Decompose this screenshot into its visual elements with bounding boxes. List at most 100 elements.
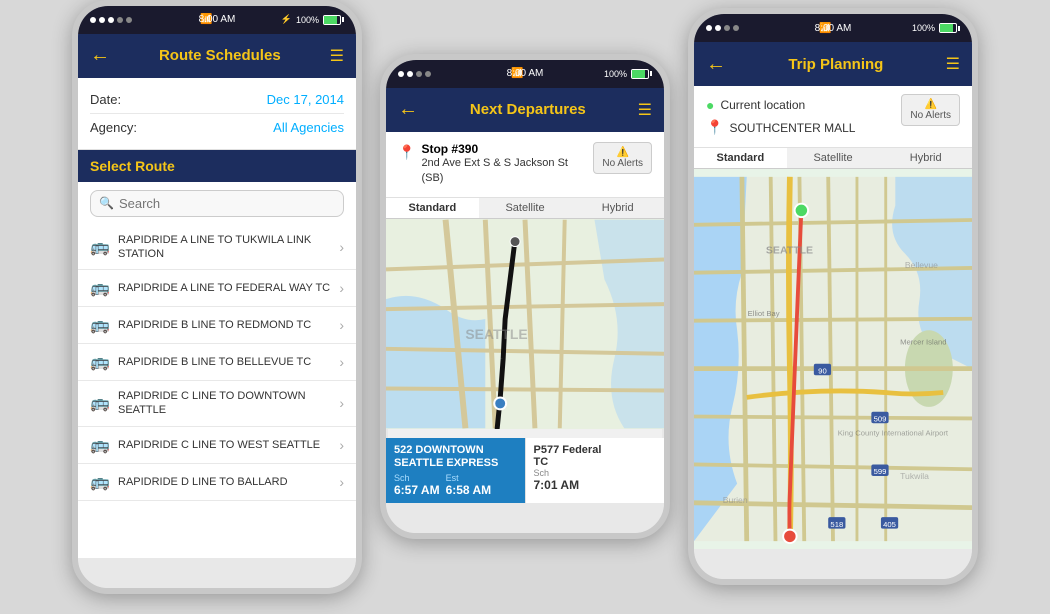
- route-item-6[interactable]: 🚌 RAPIDRIDE C LINE TO WEST SEATTLE ›: [78, 427, 356, 464]
- map-tab-hybrid-3[interactable]: Hybrid: [879, 148, 972, 168]
- map-tab-satellite-2[interactable]: Satellite: [479, 198, 572, 218]
- trip-locations: ● Current location 📍 SOUTHCENTER MALL ⚠️…: [694, 86, 972, 148]
- bus-icon-3: 🚌: [90, 315, 110, 335]
- svg-text:599: 599: [874, 467, 887, 476]
- sch-label-1: Sch: [394, 473, 440, 483]
- route-item-4[interactable]: 🚌 RAPIDRIDE B LINE TO BELLEVUE TC ›: [78, 344, 356, 381]
- svg-text:SEATTLE: SEATTLE: [766, 245, 813, 257]
- stop-number: Stop #390: [421, 142, 568, 156]
- map-tabs-2: Standard Satellite Hybrid: [386, 198, 664, 219]
- dep-times-1: Sch 6:57 AM Est 6:58 AM: [394, 473, 517, 497]
- map-tab-satellite-3[interactable]: Satellite: [787, 148, 880, 168]
- map-tab-hybrid-2[interactable]: Hybrid: [571, 198, 664, 218]
- to-location-text[interactable]: SOUTHCENTER MALL: [729, 121, 855, 135]
- back-button-2[interactable]: ←: [398, 98, 418, 121]
- phone1-content: Date: Dec 17, 2014 Agency: All Agencies …: [78, 78, 356, 558]
- route-name-1: 522 DOWNTOWNSEATTLE EXPRESS: [394, 444, 517, 470]
- phone-trip-planning: 📶 8:00 AM 100% ← Trip Planning ☰: [688, 8, 978, 585]
- chevron-icon-1: ›: [339, 239, 344, 255]
- chevron-icon-7: ›: [339, 474, 344, 490]
- bus-icon-4: 🚌: [90, 352, 110, 372]
- svg-text:Tukwila: Tukwila: [900, 471, 929, 481]
- route-text-5: RAPIDRIDE C LINE TO DOWNTOWN SEATTLE: [118, 389, 339, 418]
- svg-text:405: 405: [883, 520, 896, 529]
- svg-text:Burien: Burien: [723, 495, 748, 505]
- location-list: ● Current location 📍 SOUTHCENTER MALL: [706, 94, 901, 139]
- departure-card-1[interactable]: 522 DOWNTOWNSEATTLE EXPRESS Sch 6:57 AM …: [386, 438, 525, 503]
- route-text-2: RAPIDRIDE A LINE TO FEDERAL WAY TC: [118, 281, 339, 295]
- from-location-text[interactable]: Current location: [720, 98, 805, 112]
- screen-title-3: Trip Planning: [726, 56, 946, 73]
- route-item-2[interactable]: 🚌 RAPIDRIDE A LINE TO FEDERAL WAY TC ›: [78, 270, 356, 307]
- phone-bottom-2: [386, 503, 664, 533]
- select-route-header: Select Route: [78, 150, 356, 182]
- chevron-icon-2: ›: [339, 280, 344, 296]
- app-header-1: ← Route Schedules ☰: [78, 34, 356, 78]
- map-svg-2: SEATTLE: [386, 219, 664, 429]
- sch-time-1: 6:57 AM: [394, 483, 440, 497]
- stop-address: 2nd Ave Ext S & S Jackson St: [421, 156, 568, 171]
- phone-next-departures: 📶 Next Departures 8:00 AM 100% ← Next De…: [380, 54, 670, 539]
- menu-button-2[interactable]: ☰: [638, 100, 652, 120]
- est-time-1: 6:58 AM: [446, 483, 492, 497]
- search-icon: 🔍: [99, 196, 114, 210]
- svg-text:Elliot Bay: Elliot Bay: [748, 309, 780, 318]
- map-container-2: Standard Satellite Hybrid: [386, 198, 664, 438]
- est-col-1: Est 6:58 AM: [446, 473, 492, 497]
- search-box[interactable]: 🔍: [90, 190, 344, 217]
- route-name-2: P577 FederalTC: [534, 444, 657, 468]
- route-item-5[interactable]: 🚌 RAPIDRIDE C LINE TO DOWNTOWN SEATTLE ›: [78, 381, 356, 427]
- departure-cards: 522 DOWNTOWNSEATTLE EXPRESS Sch 6:57 AM …: [386, 438, 664, 503]
- date-section: Date: Dec 17, 2014 Agency: All Agencies: [78, 78, 356, 150]
- time-display-1: 8:00 AM: [199, 14, 236, 25]
- battery-percent-3: 100%: [912, 23, 935, 33]
- seattle-map: SEATTLE Bellevue Elliot Bay Mercer Islan…: [694, 169, 972, 549]
- app-header-2: ← Next Departures ☰: [386, 88, 664, 132]
- agency-label: Agency:: [90, 120, 137, 135]
- back-button-3[interactable]: ←: [706, 53, 726, 76]
- departure-card-2[interactable]: P577 FederalTC Sch 7:01 AM: [525, 438, 665, 503]
- no-alerts-button-2[interactable]: ⚠️ No Alerts: [593, 142, 652, 174]
- status-bar-2: 📶 Next Departures 8:00 AM 100%: [386, 60, 664, 88]
- no-alerts-text-2: No Alerts: [602, 158, 643, 169]
- back-button-1[interactable]: ←: [90, 44, 110, 67]
- time-2: 8:00 AM: [507, 68, 544, 79]
- phone-bottom-1: [78, 558, 356, 588]
- no-alerts-button-3[interactable]: ⚠️ No Alerts: [901, 94, 960, 126]
- menu-button-3[interactable]: ☰: [946, 54, 960, 74]
- route-item-3[interactable]: 🚌 RAPIDRIDE B LINE TO REDMOND TC ›: [78, 307, 356, 344]
- search-input[interactable]: [119, 196, 335, 211]
- app-header-3: ← Trip Planning ☰: [694, 42, 972, 86]
- bus-icon-1: 🚌: [90, 237, 110, 257]
- date-label: Date:: [90, 92, 121, 107]
- date-value[interactable]: Dec 17, 2014: [267, 92, 344, 107]
- svg-text:90: 90: [818, 366, 827, 375]
- map-tab-standard-2[interactable]: Standard: [386, 198, 479, 218]
- route-item-1[interactable]: 🚌 RAPIDRIDE A LINE TO TUKWILA LINK STATI…: [78, 225, 356, 271]
- stop-direction: (SB): [421, 171, 568, 186]
- agency-row: Agency: All Agencies: [90, 114, 344, 141]
- map-tab-standard-3[interactable]: Standard: [694, 148, 787, 168]
- agency-value[interactable]: All Agencies: [273, 120, 344, 135]
- route-item-7[interactable]: 🚌 RAPIDRIDE D LINE TO BALLARD ›: [78, 464, 356, 501]
- bus-icon-2: 🚌: [90, 278, 110, 298]
- date-row: Date: Dec 17, 2014: [90, 86, 344, 114]
- phone-route-schedules: 📶 8:00 AM ⚡ 100% ← Route Schedules ☰: [72, 0, 362, 594]
- screen-title-2: Next Departures: [418, 101, 638, 118]
- stop-details: 📍 Stop #390 2nd Ave Ext S & S Jackson St…: [398, 142, 568, 187]
- route-text-7: RAPIDRIDE D LINE TO BALLARD: [118, 475, 339, 489]
- destination-pin-icon: 📍: [706, 119, 723, 136]
- map-tabs-3: Standard Satellite Hybrid: [694, 148, 972, 169]
- svg-text:Bellevue: Bellevue: [905, 260, 938, 270]
- sch-label-2: Sch: [534, 468, 657, 478]
- battery-icon-1: [323, 15, 344, 25]
- chevron-icon-4: ›: [339, 354, 344, 370]
- alert-icon-2: ⚠️: [616, 147, 628, 158]
- signal-dots-2: [398, 71, 431, 77]
- menu-button-1[interactable]: ☰: [330, 46, 344, 66]
- from-location: ● Current location: [706, 94, 901, 116]
- battery-percent-1: 100%: [296, 15, 319, 25]
- chevron-icon-5: ›: [339, 395, 344, 411]
- stop-pin-icon: 📍: [398, 144, 415, 161]
- map-visual-2: SEATTLE: [386, 219, 664, 429]
